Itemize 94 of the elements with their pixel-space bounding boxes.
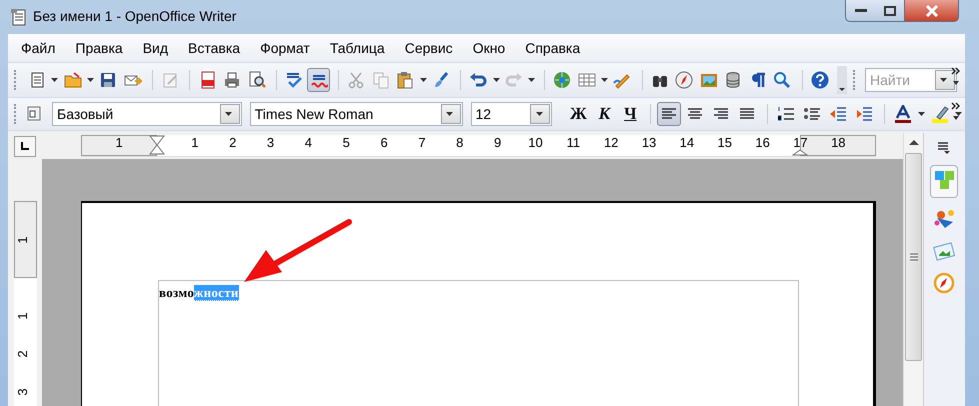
- printer-icon[interactable]: [223, 71, 242, 89]
- ruler-number: 6: [380, 136, 388, 149]
- print-preview-icon[interactable]: [248, 71, 266, 89]
- vertical-ruler[interactable]: 1 1 2 3: [14, 201, 37, 406]
- paste-icon[interactable]: [396, 71, 414, 89]
- dropdown-caret-icon[interactable]: [446, 112, 453, 116]
- paragraph-style-combobox[interactable]: Базовый: [52, 102, 242, 126]
- ruler-number: 12: [604, 136, 618, 149]
- ruler-number: 18: [831, 136, 846, 149]
- overflow-chevron-icon[interactable]: [951, 102, 961, 122]
- globe-icon[interactable]: [553, 71, 572, 89]
- dropdown-caret-icon[interactable]: [86, 78, 94, 82]
- sidebar-menu-icon[interactable]: [936, 141, 952, 155]
- dropdown-caret-icon[interactable]: [528, 78, 536, 82]
- ruler-number: 1: [116, 136, 123, 149]
- ruler-number: 11: [566, 136, 580, 149]
- menu-item[interactable]: Файл: [12, 37, 66, 59]
- spellcheck-icon[interactable]: [285, 71, 304, 89]
- help-icon[interactable]: [810, 71, 829, 89]
- dropdown-caret-icon[interactable]: [918, 112, 926, 116]
- navigator-compass-icon[interactable]: [933, 272, 955, 294]
- ruler-number: 9: [494, 136, 502, 149]
- database-icon[interactable]: [724, 71, 742, 89]
- ruler-number: 14: [680, 136, 694, 149]
- pdf-icon[interactable]: [198, 71, 217, 89]
- open-folder-icon[interactable]: [64, 71, 82, 89]
- minimize-button[interactable]: [845, 0, 877, 22]
- minimize-icon: [855, 8, 867, 12]
- dropdown-caret-icon[interactable]: [940, 78, 948, 82]
- ruler-number: 4: [304, 136, 312, 149]
- ruler-number: 2: [15, 350, 30, 358]
- menu-item[interactable]: Вставка: [179, 37, 252, 59]
- font-size-combobox[interactable]: 12: [470, 102, 552, 126]
- bold-button[interactable]: Ж: [566, 102, 590, 126]
- dropdown-caret-icon[interactable]: [536, 112, 543, 116]
- undo-icon[interactable]: [469, 71, 488, 89]
- ruler-number: 7: [418, 136, 426, 149]
- cubes-icon[interactable]: [933, 168, 955, 190]
- numbered-list-icon[interactable]: [777, 105, 796, 123]
- dropdown-caret-icon[interactable]: [225, 112, 232, 116]
- close-button[interactable]: [905, 0, 959, 22]
- ruler-number: 17: [793, 136, 808, 149]
- menu-item[interactable]: Формат: [251, 37, 321, 59]
- increase-indent-icon[interactable]: [855, 105, 874, 123]
- scrollbar-thumb[interactable]: [905, 153, 922, 361]
- ruler-number: 3: [15, 388, 30, 396]
- maximize-button[interactable]: [876, 0, 905, 22]
- document-app-icon[interactable]: [10, 8, 28, 26]
- ruler-number: 5: [342, 136, 350, 149]
- ruler-number: 8: [456, 136, 464, 149]
- ruler-number: 1: [15, 236, 30, 244]
- menu-item[interactable]: Таблица: [320, 37, 396, 59]
- font-color-icon[interactable]: [894, 105, 912, 123]
- ruler-number: 3: [266, 136, 274, 149]
- overflow-chevron-icon[interactable]: [951, 67, 961, 87]
- ruler-number: 13: [642, 136, 656, 149]
- dropdown-caret-icon[interactable]: [492, 78, 500, 82]
- ruler-number: 2: [229, 136, 236, 149]
- italic-button[interactable]: К: [592, 102, 616, 126]
- zoom-icon[interactable]: [773, 71, 792, 89]
- menu-item[interactable]: Правка: [66, 37, 134, 59]
- dropdown-caret-icon[interactable]: [420, 78, 427, 82]
- highlighter-icon[interactable]: [931, 105, 950, 123]
- underline-button[interactable]: Ч: [618, 102, 642, 126]
- decrease-indent-icon[interactable]: [829, 105, 848, 123]
- menu-item[interactable]: Вид: [134, 37, 180, 59]
- maximize-icon: [884, 6, 896, 16]
- toolbar-end-caret-icon[interactable]: [837, 66, 848, 94]
- ruler-number: 15: [718, 136, 732, 149]
- corner-icon: [21, 142, 29, 150]
- menu-item[interactable]: Справка: [516, 37, 592, 59]
- dropdown-caret-icon[interactable]: [601, 78, 608, 82]
- scroll-up-icon[interactable]: [908, 138, 920, 147]
- save-icon[interactable]: [99, 71, 118, 89]
- window-title: Без имени 1 - OpenOffice Writer: [33, 8, 236, 24]
- ruler-number: 1: [191, 136, 198, 149]
- right-indent-marker-icon[interactable]: [792, 149, 808, 156]
- dropdown-caret-icon[interactable]: [51, 78, 58, 82]
- tab-stop-button[interactable]: [14, 136, 36, 156]
- indent-marker-icon[interactable]: [149, 135, 165, 155]
- font-name-combobox[interactable]: Times New Roman: [250, 102, 462, 126]
- picture-frame-icon[interactable]: [700, 71, 718, 89]
- compass-icon[interactable]: [675, 71, 694, 89]
- align-left-button[interactable]: [657, 102, 682, 126]
- ruler-number: 1: [15, 312, 30, 320]
- table-icon[interactable]: [578, 71, 596, 89]
- dropdown-caret-icon[interactable]: [955, 112, 962, 116]
- menu-item[interactable]: Окно: [464, 37, 516, 59]
- ruler-number: 16: [755, 136, 770, 149]
- close-icon: [924, 4, 938, 16]
- menu-item[interactable]: Сервис: [396, 37, 464, 59]
- styles-gallery-icon[interactable]: [933, 208, 955, 230]
- horizontal-ruler[interactable]: 1 1 2 3 4 5 6 7 8 9 10 11 12 13 14 15 16 17 18: [81, 135, 876, 157]
- ruler-number: 10: [528, 136, 543, 149]
